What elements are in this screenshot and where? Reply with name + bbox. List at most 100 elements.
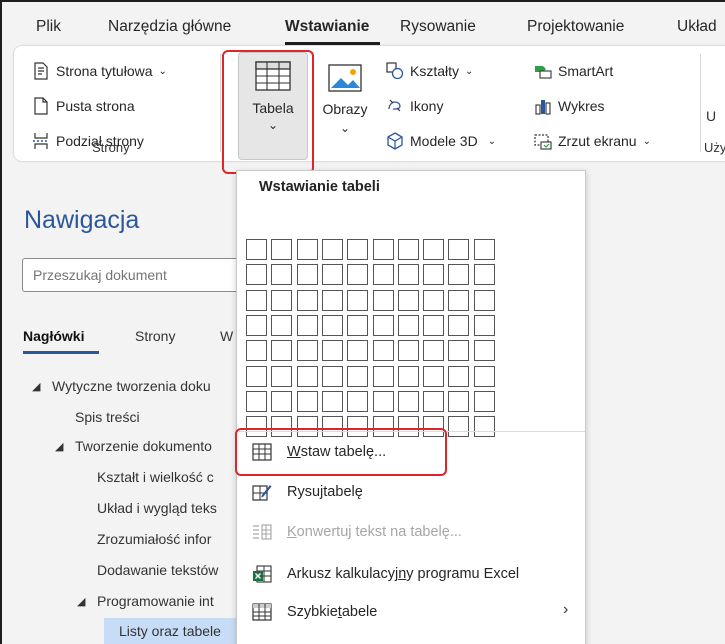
collapse-arrow-icon[interactable]: ◢ bbox=[77, 595, 85, 608]
table-grid-cell[interactable] bbox=[473, 340, 495, 362]
table-grid-cell[interactable] bbox=[296, 239, 318, 260]
table-grid-cell[interactable] bbox=[271, 340, 293, 362]
table-grid-cell[interactable] bbox=[448, 390, 470, 412]
table-grid-cell[interactable] bbox=[271, 365, 293, 387]
modele-3d-button[interactable]: Modele 3D ⌄ bbox=[386, 132, 496, 150]
table-grid-cell[interactable] bbox=[448, 289, 470, 311]
table-grid-cell[interactable] bbox=[397, 340, 419, 362]
table-grid-cell[interactable] bbox=[296, 365, 318, 387]
table-grid-cell[interactable] bbox=[397, 264, 419, 286]
table-grid-cell[interactable] bbox=[448, 314, 470, 336]
collapse-arrow-icon[interactable]: ◢ bbox=[32, 380, 40, 393]
strona-tytulowa-button[interactable]: Strona tytułowa ⌄ bbox=[32, 62, 167, 80]
table-grid-cell[interactable] bbox=[473, 264, 495, 286]
table-grid-cell[interactable] bbox=[372, 314, 394, 336]
table-grid-cell[interactable] bbox=[397, 289, 419, 311]
tab-narzedzia-glowne[interactable]: Narzędzia główne bbox=[108, 18, 231, 36]
ikony-button[interactable]: Ikony bbox=[386, 97, 443, 115]
table-grid-cell[interactable] bbox=[246, 365, 267, 387]
nav-heading-item[interactable]: Kształt i wielkość c bbox=[97, 469, 214, 485]
table-grid-cell[interactable] bbox=[347, 365, 369, 387]
ksztalty-button[interactable]: Kształty ⌄ bbox=[386, 62, 473, 80]
table-grid-cell[interactable] bbox=[321, 340, 343, 362]
wykres-button[interactable]: Wykres bbox=[534, 97, 605, 115]
szybkie-tabele-menu-item[interactable]: Szybkie t abele bbox=[251, 601, 377, 623]
table-grid-cell[interactable] bbox=[347, 390, 369, 412]
table-grid-cell[interactable] bbox=[423, 340, 445, 362]
rysuj-tabele-menu-item[interactable]: Rysu j tabelę bbox=[251, 481, 363, 503]
table-grid-cell[interactable] bbox=[372, 365, 394, 387]
table-grid-cell[interactable] bbox=[397, 390, 419, 412]
nav-heading-item[interactable]: Dodawanie tekstów bbox=[97, 562, 218, 578]
table-grid-cell[interactable] bbox=[347, 340, 369, 362]
table-grid-cell[interactable] bbox=[246, 289, 267, 311]
table-grid-cell[interactable] bbox=[423, 264, 445, 286]
smartart-button[interactable]: SmartArt bbox=[534, 62, 613, 80]
table-grid-cell[interactable] bbox=[473, 289, 495, 311]
nav-tab-wyniki[interactable]: W bbox=[220, 328, 233, 344]
zrzut-ekranu-button[interactable]: Zrzut ekranu ⌄ bbox=[534, 132, 651, 150]
table-grid-cell[interactable] bbox=[296, 390, 318, 412]
tab-rysowanie[interactable]: Rysowanie bbox=[400, 18, 476, 36]
table-grid-cell[interactable] bbox=[372, 340, 394, 362]
arkusz-excel-menu-item[interactable]: Arkusz kalkulacyj n y programu Excel bbox=[251, 563, 519, 585]
table-grid-cell[interactable] bbox=[271, 314, 293, 336]
table-grid-cell[interactable] bbox=[246, 314, 267, 336]
table-grid-cell[interactable] bbox=[448, 416, 470, 438]
table-grid-cell[interactable] bbox=[448, 264, 470, 286]
table-grid-cell[interactable] bbox=[271, 390, 293, 412]
nav-heading-item[interactable]: Tworzenie dokumento bbox=[75, 438, 212, 454]
table-grid-cell[interactable] bbox=[372, 264, 394, 286]
table-grid-cell[interactable] bbox=[473, 390, 495, 412]
nav-heading-item[interactable]: Układ i wygląd teks bbox=[97, 500, 217, 516]
table-grid-cell[interactable] bbox=[246, 340, 267, 362]
nav-heading-item[interactable]: Programowanie int bbox=[97, 593, 214, 609]
nav-heading-item[interactable]: Wytyczne tworzenia doku bbox=[52, 378, 211, 394]
table-grid-cell[interactable] bbox=[397, 239, 419, 260]
table-grid-cell[interactable] bbox=[347, 314, 369, 336]
nav-heading-item[interactable]: Zrozumiałość infor bbox=[97, 531, 211, 547]
table-grid-cell[interactable] bbox=[271, 289, 293, 311]
pusta-strona-button[interactable]: Pusta strona bbox=[32, 97, 135, 115]
table-grid-cell[interactable] bbox=[347, 289, 369, 311]
table-grid-cell[interactable] bbox=[448, 239, 470, 260]
table-grid-cell[interactable] bbox=[473, 416, 495, 438]
nav-heading-item[interactable]: Spis treści bbox=[75, 409, 140, 425]
search-document-input[interactable] bbox=[22, 258, 252, 292]
table-grid-cell[interactable] bbox=[296, 264, 318, 286]
table-grid-cell[interactable] bbox=[347, 239, 369, 260]
table-grid-cell[interactable] bbox=[321, 365, 343, 387]
table-grid-cell[interactable] bbox=[246, 390, 267, 412]
tab-projektowanie[interactable]: Projektowanie bbox=[527, 18, 624, 36]
table-grid-cell[interactable] bbox=[473, 239, 495, 260]
table-grid-cell[interactable] bbox=[448, 340, 470, 362]
nav-heading-item-selected[interactable]: Listy oraz tabele bbox=[119, 623, 221, 639]
collapse-arrow-icon[interactable]: ◢ bbox=[55, 440, 63, 453]
obrazy-button[interactable]: Obrazy ⌄ bbox=[316, 64, 374, 135]
table-grid-cell[interactable] bbox=[246, 264, 267, 286]
table-grid-cell[interactable] bbox=[321, 239, 343, 260]
tab-plik[interactable]: Plik bbox=[36, 18, 61, 36]
table-grid-cell[interactable] bbox=[296, 314, 318, 336]
tab-wstawianie[interactable]: Wstawianie bbox=[285, 18, 369, 36]
table-grid-cell[interactable] bbox=[423, 390, 445, 412]
table-grid-cell[interactable] bbox=[296, 289, 318, 311]
table-grid-cell[interactable] bbox=[423, 314, 445, 336]
table-grid-cell[interactable] bbox=[473, 314, 495, 336]
table-grid-cell[interactable] bbox=[321, 390, 343, 412]
table-grid-cell[interactable] bbox=[321, 264, 343, 286]
table-grid-cell[interactable] bbox=[397, 365, 419, 387]
table-grid-cell[interactable] bbox=[372, 239, 394, 260]
nav-tab-naglowki[interactable]: Nagłówki bbox=[23, 328, 84, 344]
table-grid-cell[interactable] bbox=[397, 314, 419, 336]
table-grid-cell[interactable] bbox=[473, 365, 495, 387]
table-grid-cell[interactable] bbox=[372, 289, 394, 311]
table-grid-cell[interactable] bbox=[296, 340, 318, 362]
table-grid-cell[interactable] bbox=[246, 239, 267, 260]
table-grid-cell[interactable] bbox=[423, 239, 445, 260]
table-grid-cell[interactable] bbox=[271, 264, 293, 286]
table-grid-cell[interactable] bbox=[321, 289, 343, 311]
tab-uklad[interactable]: Układ bbox=[677, 18, 717, 36]
table-grid-cell[interactable] bbox=[423, 365, 445, 387]
nav-tab-strony[interactable]: Strony bbox=[135, 328, 175, 344]
